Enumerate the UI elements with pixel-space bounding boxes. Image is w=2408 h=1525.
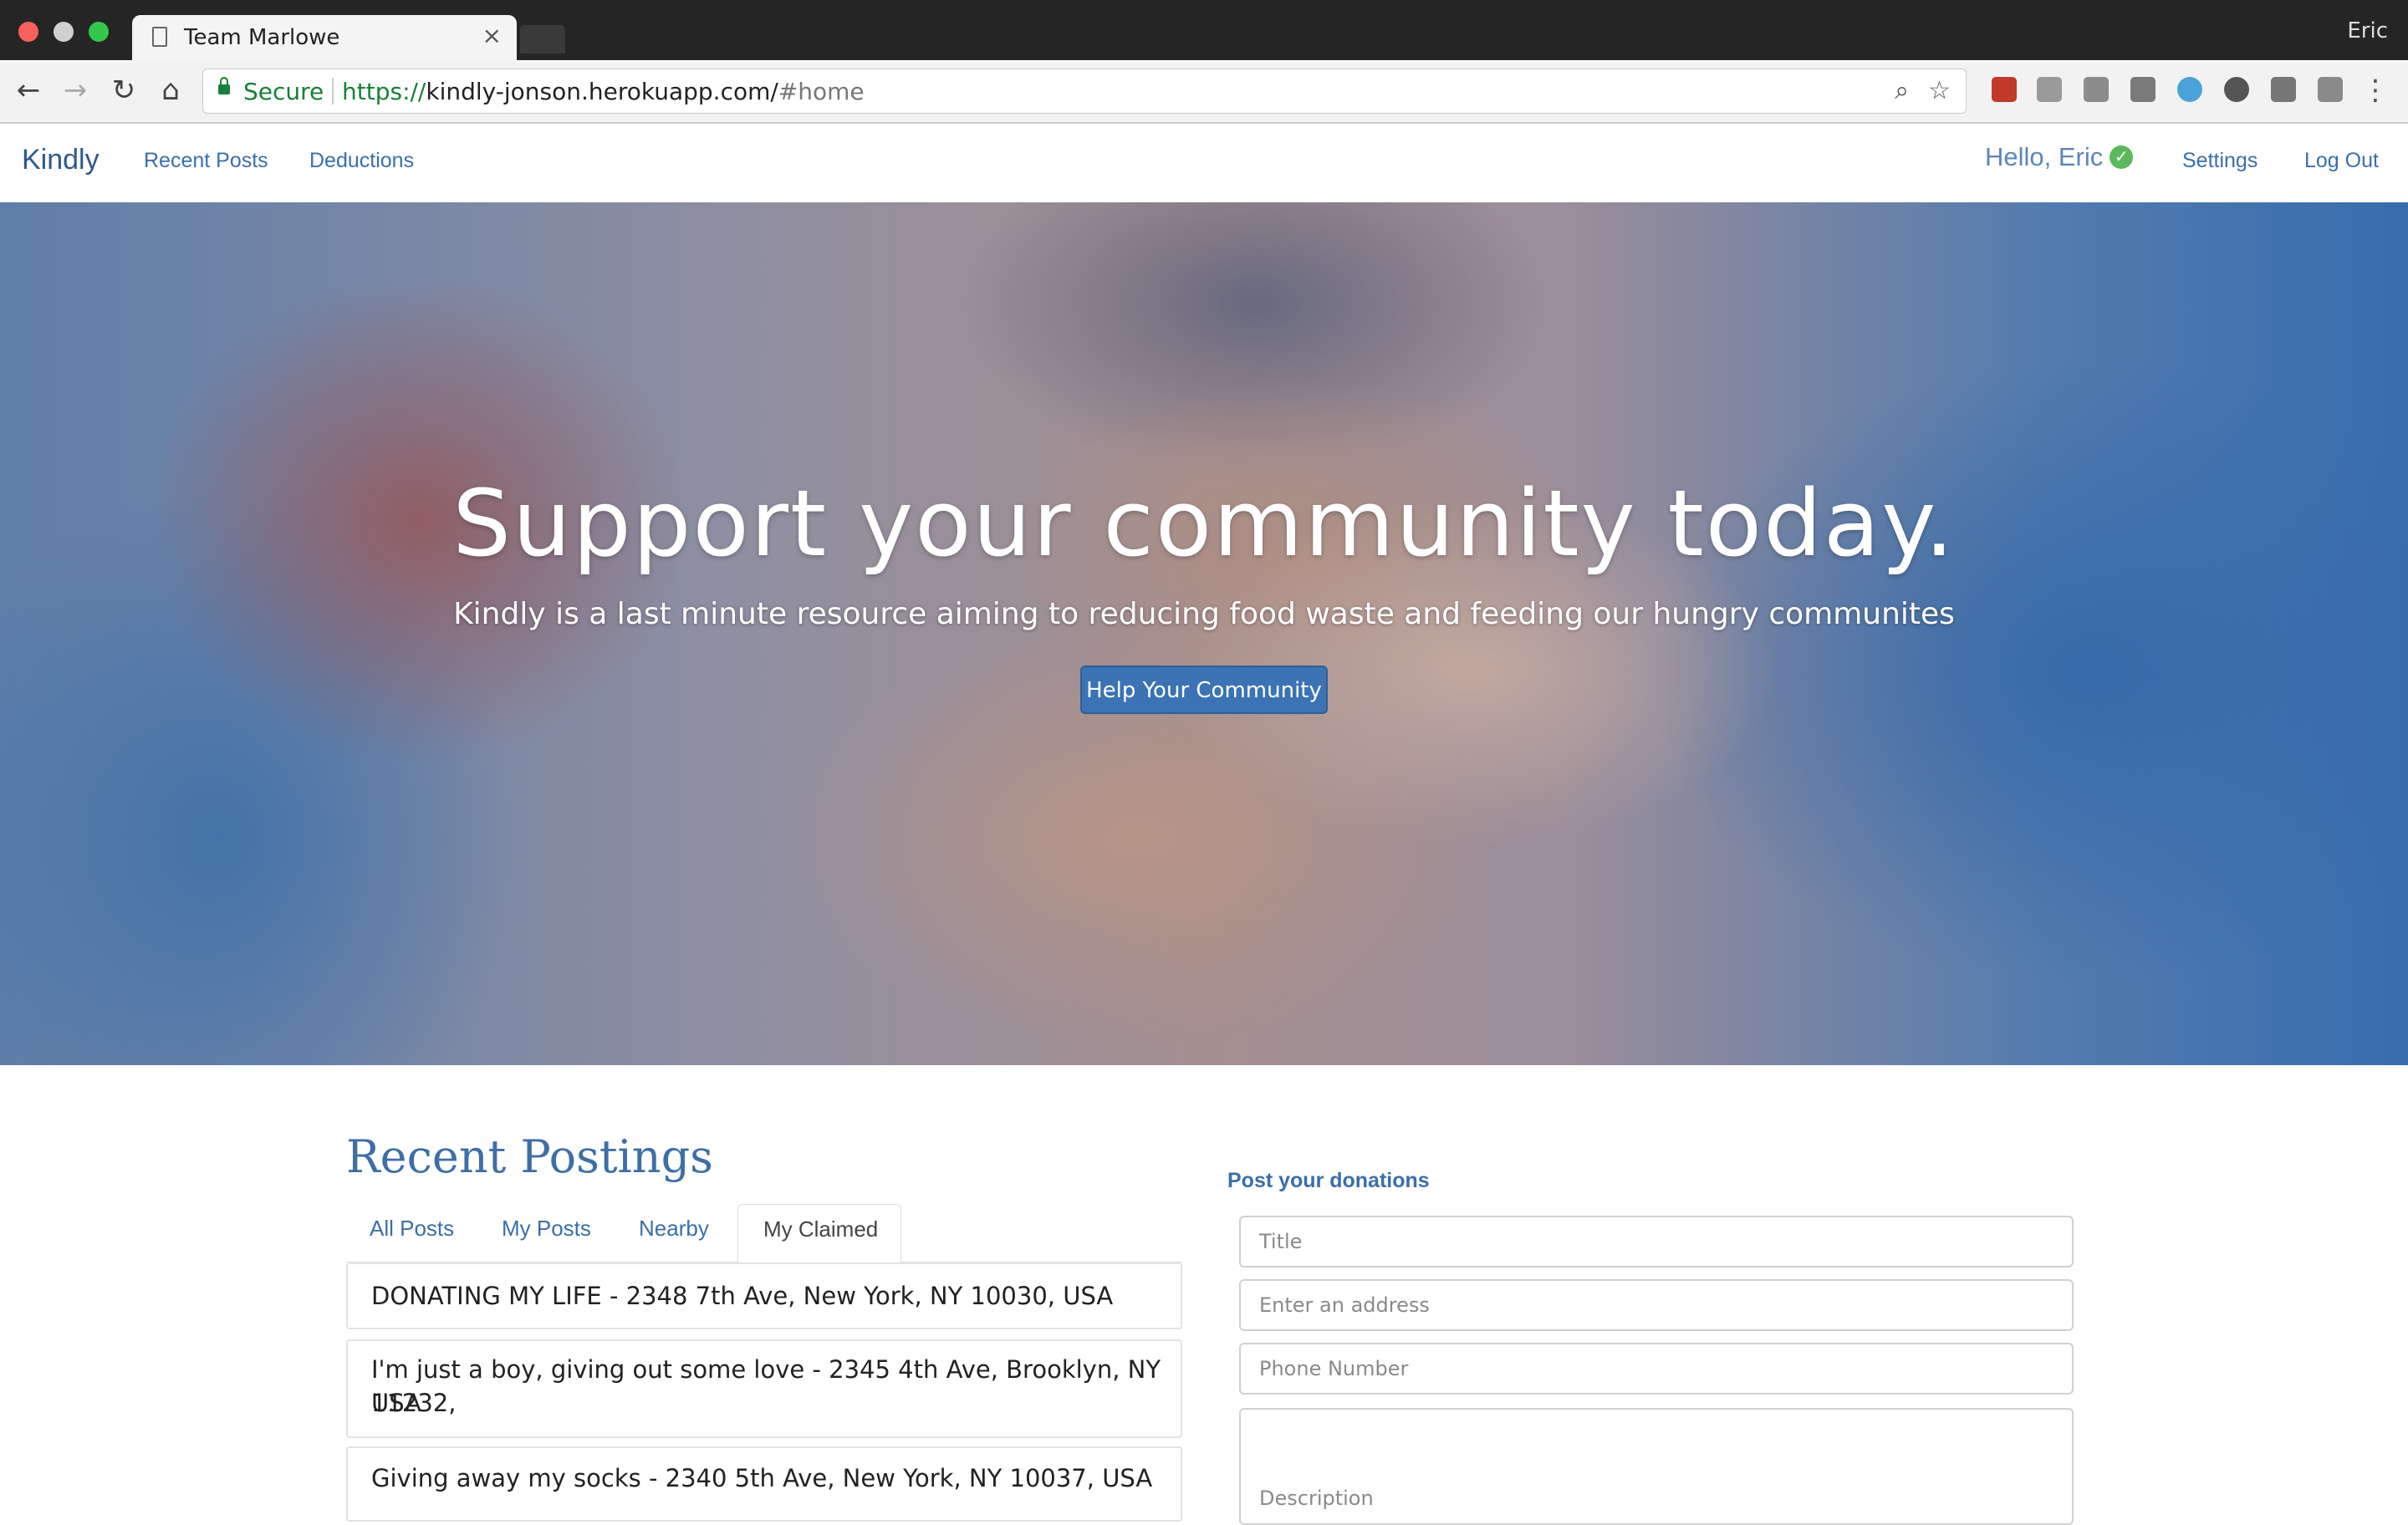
- square-extension-icon[interactable]: [2318, 77, 2343, 102]
- post-donations-title: Post your donations: [1227, 1169, 1430, 1192]
- gift-extension-icon[interactable]: [2037, 77, 2062, 102]
- tab-all-posts[interactable]: All Posts: [370, 1216, 454, 1242]
- title-input[interactable]: [1239, 1216, 2074, 1267]
- posting-item[interactable]: Giving away my socks - 2340 5th Ave, New…: [346, 1446, 1182, 1522]
- brand-logo[interactable]: Kindly: [22, 144, 99, 176]
- url-fragment: #home: [778, 78, 865, 105]
- posting-text: DONATING MY LIFE - 2348 7th Ave, New Yor…: [371, 1282, 1114, 1310]
- url-host: kindly-jonson.herokuapp.com/: [426, 78, 778, 105]
- posting-text: Giving away my socks - 2340 5th Ave, New…: [371, 1464, 1153, 1492]
- nav-logout[interactable]: Log Out: [2304, 149, 2379, 173]
- tab-my-posts[interactable]: My Posts: [502, 1216, 591, 1242]
- phone-input[interactable]: [1239, 1343, 2074, 1395]
- verified-check-icon: ✓: [2110, 145, 2134, 169]
- greeting: Hello, Eric ✓: [1985, 142, 2134, 172]
- browser-tab[interactable]: Team Marlowe ×: [132, 15, 517, 62]
- forward-arrow-icon[interactable]: →: [59, 74, 92, 107]
- tab-nearby[interactable]: Nearby: [639, 1216, 709, 1242]
- home-icon[interactable]: ⌂: [154, 74, 187, 107]
- url-protocol: https://: [342, 78, 426, 105]
- close-window-button[interactable]: [18, 22, 38, 42]
- posting-item[interactable]: DONATING MY LIFE - 2348 7th Ave, New Yor…: [346, 1262, 1182, 1329]
- browser-toolbar: ← → ↻ ⌂ Secure https://kindly-jonson.her…: [0, 62, 2408, 124]
- target-extension-icon[interactable]: [2224, 77, 2249, 102]
- tab-my-claimed[interactable]: My Claimed: [737, 1204, 901, 1262]
- site-navbar: Kindly Recent Posts Deductions Hello, Er…: [0, 124, 2408, 203]
- posting-item[interactable]: I'm just a boy, giving out some love - 2…: [346, 1339, 1182, 1438]
- browser-tab-bar: Team Marlowe × Eric: [0, 0, 2408, 62]
- slash-extension-icon[interactable]: [2084, 77, 2109, 102]
- secure-label: Secure: [243, 78, 324, 105]
- tab-title: Team Marlowe: [184, 25, 340, 50]
- new-tab-button[interactable]: [520, 25, 565, 54]
- url-separator: [332, 78, 334, 105]
- nav-deductions[interactable]: Deductions: [309, 149, 414, 173]
- hero-title: Support your community today.: [452, 470, 1956, 577]
- description-textarea[interactable]: Description: [1239, 1408, 2074, 1525]
- description-placeholder: Description: [1259, 1487, 1374, 1510]
- tab-my-claimed-label: My Claimed: [763, 1216, 879, 1242]
- hero-banner: Support your community today. Kindly is …: [0, 202, 2408, 1065]
- address-input[interactable]: [1239, 1279, 2074, 1331]
- posting-text: I'm just a boy, giving out some love - 2…: [371, 1355, 1161, 1417]
- greeting-text: Hello, Eric: [1985, 142, 2104, 171]
- posting-text-continued: USA: [371, 1389, 422, 1417]
- zoom-icon[interactable]: ⌕: [1895, 76, 1909, 105]
- chat-extension-icon[interactable]: [2130, 77, 2155, 102]
- camera-extension-icon[interactable]: [2271, 77, 2296, 102]
- react-extension-icon[interactable]: [2177, 77, 2202, 102]
- reload-icon[interactable]: ↻: [107, 74, 140, 107]
- tab-close-icon[interactable]: ×: [482, 22, 502, 49]
- ublock-extension-icon[interactable]: [1992, 77, 2017, 102]
- hero-subtitle: Kindly is a last minute resource aiming …: [453, 597, 1955, 631]
- help-community-button[interactable]: Help Your Community: [1080, 666, 1328, 714]
- bookmark-star-icon[interactable]: ☆: [1928, 76, 1951, 105]
- minimize-window-button[interactable]: [54, 22, 74, 42]
- nav-settings[interactable]: Settings: [2182, 149, 2258, 173]
- profile-name[interactable]: Eric: [2347, 18, 2388, 43]
- maximize-window-button[interactable]: [89, 22, 109, 42]
- lock-icon: [218, 77, 230, 94]
- hero-image-overlay: [0, 202, 2408, 1065]
- browser-menu-icon[interactable]: ⋮: [2361, 74, 2390, 107]
- document-icon: [152, 27, 167, 47]
- address-bar[interactable]: Secure https://kindly-jonson.herokuapp.c…: [202, 69, 1967, 114]
- nav-recent-posts[interactable]: Recent Posts: [144, 149, 268, 173]
- url-text[interactable]: https://kindly-jonson.herokuapp.com/#hom…: [342, 78, 865, 105]
- back-arrow-icon[interactable]: ←: [12, 74, 45, 107]
- recent-postings-title: Recent Postings: [346, 1130, 713, 1183]
